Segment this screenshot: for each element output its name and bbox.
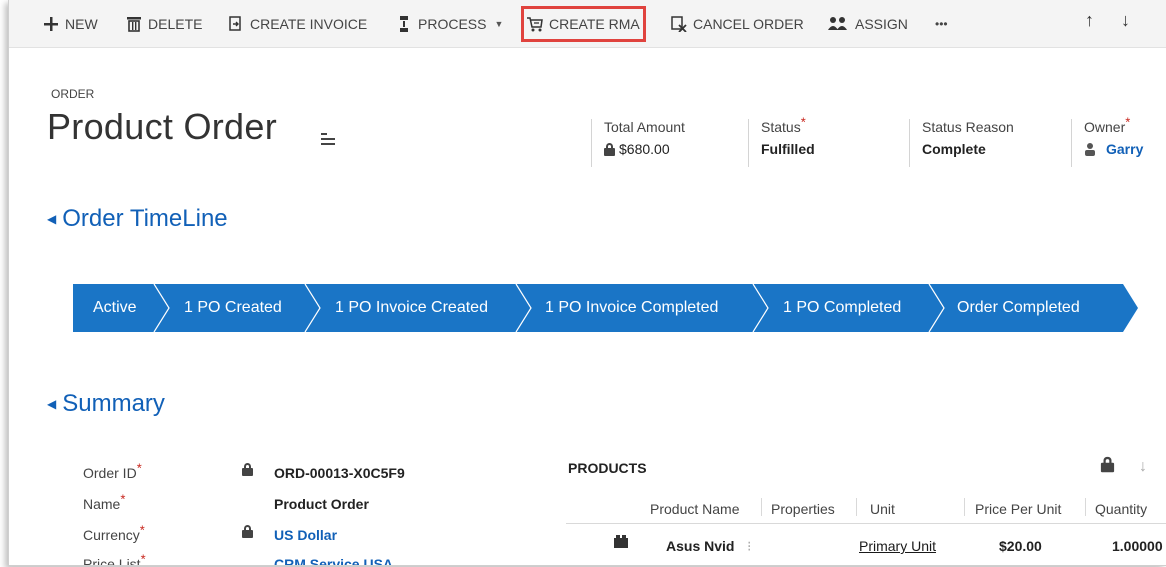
form-selector-icon[interactable] (321, 133, 335, 145)
chevron-down-icon: ▼ (494, 19, 504, 29)
lock-icon (604, 142, 615, 156)
required-asterisk: * (136, 460, 142, 476)
stage-label: 1 PO Created (184, 299, 282, 316)
header-field-owner: Owner* Garry (1071, 114, 1166, 167)
status-value: Fulfilled (761, 141, 815, 157)
create-invoice-button[interactable]: CREATE INVOICE (228, 12, 367, 36)
stage-label: Order Completed (957, 299, 1080, 316)
entity-type-label: ORDER (51, 87, 95, 101)
required-asterisk: * (140, 551, 146, 566)
create-rma-button[interactable]: CREATE RMA (521, 6, 646, 42)
cancel-order-label: CANCEL ORDER (693, 16, 804, 32)
process-label: PROCESS (418, 16, 487, 32)
section-order-timeline[interactable]: ◀ Order TimeLine (47, 205, 228, 233)
header-field-value: $680.00 (604, 141, 747, 157)
process-icon (396, 16, 412, 32)
arrow-down-icon[interactable]: ↓ (1121, 10, 1130, 31)
header-field-status-reason: Status Reason Complete (909, 119, 1069, 167)
products-grid-title: PRODUCTS (568, 460, 647, 476)
required-asterisk: * (800, 114, 806, 130)
order-id-value: ORD-00013-X0C5F9 (274, 465, 405, 481)
required-asterisk: * (139, 522, 145, 538)
new-button[interactable]: NEW (43, 12, 98, 36)
header-field-status: Status* Fulfilled (748, 114, 908, 167)
collapse-triangle-icon: ◀ (47, 397, 57, 411)
new-label: NEW (65, 16, 98, 32)
section-title-text: Summary (62, 390, 165, 417)
lock-icon (242, 463, 253, 476)
delete-button[interactable]: DELETE (126, 12, 202, 36)
more-commands-button[interactable]: ••• (935, 12, 948, 36)
owner-name[interactable]: Garry (1106, 141, 1143, 157)
header-field-label: Status* (761, 114, 806, 135)
cancel-order-button[interactable]: CANCEL ORDER (671, 12, 804, 36)
more-label: ••• (935, 17, 948, 31)
section-title-text: Order TimeLine (62, 205, 228, 232)
assign-label: ASSIGN (855, 16, 908, 32)
cancel-doc-icon (671, 16, 687, 33)
field-label-price-list: Price List* (83, 551, 146, 566)
cell-product-name[interactable]: Asus Nvid (666, 538, 734, 554)
process-button[interactable]: PROCESS ▼ (396, 12, 503, 36)
field-label-order-id: Order ID* (83, 460, 142, 481)
products-grid-header: Product Name Properties Unit Price Per U… (566, 494, 1166, 524)
assign-users-icon (827, 16, 849, 32)
lock-icon (1100, 456, 1115, 473)
owner-value[interactable]: Garry (1084, 141, 1166, 157)
user-icon (1084, 142, 1096, 156)
invoice-icon (228, 16, 244, 32)
column-header-unit[interactable]: Unit (870, 501, 895, 517)
app-frame: NEW DELETE CREATE INVOICE PROCESS ▼ CREA… (8, 0, 1166, 566)
section-summary[interactable]: ◀ Summary (47, 390, 165, 418)
lock-icon (242, 525, 253, 538)
create-rma-label: CREATE RMA (549, 16, 640, 32)
price-list-value[interactable]: CRM Service USA (274, 556, 393, 565)
name-value[interactable]: Product Order (274, 496, 369, 512)
stage-label: 1 PO Completed (783, 299, 902, 316)
cell-unit[interactable]: Primary Unit (859, 538, 936, 554)
field-label-name: Name* (83, 491, 126, 512)
field-label-currency: Currency* (83, 522, 145, 543)
sort-down-icon[interactable]: ↓ (1139, 458, 1147, 476)
trash-icon (126, 16, 142, 32)
process-bar: Active 1 PO Created 1 PO Invoice Created… (73, 284, 1138, 332)
assign-button[interactable]: ASSIGN (827, 12, 908, 36)
cart-return-icon (527, 16, 543, 32)
column-header-quantity[interactable]: Quantity (1095, 501, 1147, 517)
plus-icon (43, 16, 59, 32)
header-field-label: Owner* (1084, 114, 1131, 135)
cell-price: $20.00 (999, 538, 1042, 554)
stage-label: 1 PO Invoice Completed (545, 299, 719, 316)
header-field-label: Total Amount (604, 119, 685, 135)
column-header-properties[interactable]: Properties (771, 501, 835, 517)
required-asterisk: * (1125, 114, 1131, 130)
arrow-up-icon[interactable]: ↑ (1085, 10, 1094, 31)
total-amount-value: $680.00 (619, 141, 670, 157)
cell-quantity: 1.00000 (1112, 538, 1163, 554)
required-asterisk: * (120, 491, 126, 507)
header-field-label: Status Reason (922, 119, 1014, 135)
product-icon (613, 535, 629, 552)
status-reason-value: Complete (922, 141, 986, 157)
collapse-triangle-icon: ◀ (47, 212, 57, 226)
delete-label: DELETE (148, 16, 203, 32)
column-header-price-per-unit[interactable]: Price Per Unit (975, 501, 1061, 517)
column-header-product-name[interactable]: Product Name (650, 501, 739, 517)
command-bar: NEW DELETE CREATE INVOICE PROCESS ▼ CREA… (9, 0, 1166, 48)
stage-label: 1 PO Invoice Created (335, 299, 488, 316)
header-field-total-amount: Total Amount $680.00 (591, 119, 747, 167)
currency-value[interactable]: US Dollar (274, 527, 337, 543)
page-title: Product Order (47, 106, 277, 147)
create-invoice-label: CREATE INVOICE (250, 16, 368, 32)
cell-overflow-dots: ⁝ (747, 538, 752, 554)
stage-label: Active (93, 299, 137, 316)
